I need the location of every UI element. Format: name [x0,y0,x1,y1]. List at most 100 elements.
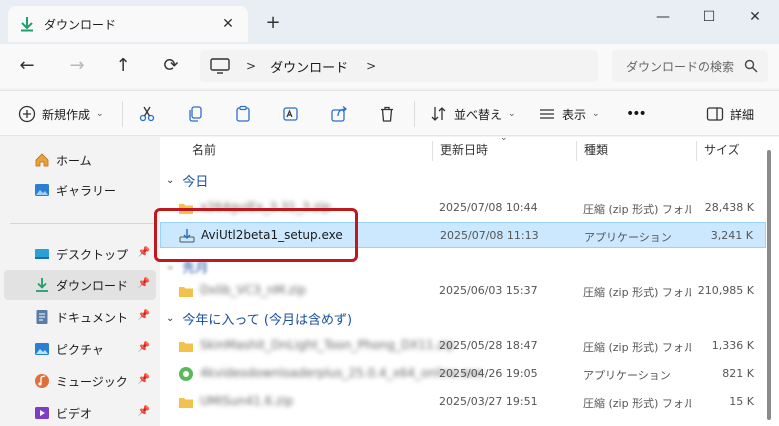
new-button[interactable]: 新規作成 ⌄ [18,103,104,125]
scissors-icon [139,106,155,122]
title-bar: ダウンロード ✕ + — ☐ ✕ [0,0,779,44]
scrollbar-thumb[interactable] [767,150,771,420]
details-pane-icon [706,107,724,121]
column-header-modified[interactable]: 更新日時 [440,137,488,163]
sidebar-item-videos[interactable]: ビデオ 📌 [4,398,156,426]
share-icon [331,106,348,122]
refresh-button[interactable]: ⟳ [156,52,186,80]
file-list: ⌄ 名前 更新日時 種類 サイズ ⌄ 今日 x264guiEx_3.31_3.z… [160,133,779,426]
table-row[interactable]: Dxlib_VC3_nM.zip 2025/06/03 15:37 圧縮 (zi… [160,278,766,304]
sidebar-item-music[interactable]: ミュージック 📌 [4,366,156,396]
pin-icon[interactable]: 📌 [138,278,150,289]
chevron-down-icon: ⌄ [166,260,175,272]
file-size: 821 K [722,367,754,380]
sidebar-item-desktop[interactable]: デスクトップ 📌 [4,239,156,269]
gallery-icon [35,184,49,196]
vertical-scrollbar[interactable] [766,140,772,420]
file-size: 28,438 K [704,201,754,214]
breadcrumb-downloads[interactable]: ダウンロード [270,57,348,76]
up-button[interactable]: ↑ [108,52,138,80]
paste-button[interactable] [234,103,252,125]
sidebar-item-downloads[interactable]: ダウンロード 📌 [4,270,156,300]
file-date: 2025/04/26 19:05 [439,367,538,380]
sidebar-item-home[interactable]: ホーム [4,145,156,175]
maximize-button[interactable]: ☐ [686,4,732,30]
sidebar-item-label: ギャラリー [56,184,117,198]
sidebar-item-label: ドキュメント [56,311,129,325]
new-tab-button[interactable]: + [262,12,284,33]
plus-circle-icon [18,105,36,123]
cut-button[interactable] [138,103,156,125]
music-icon [35,374,49,388]
sidebar-item-label: ホーム [56,154,92,168]
details-pane-button[interactable]: 詳細 [706,103,754,125]
close-button[interactable]: ✕ [732,4,778,30]
group-header-today[interactable]: ⌄ 今日 [166,169,208,191]
copy-icon [189,106,202,122]
sidebar-item-label: デスクトップ [56,248,129,262]
group-header-this-year[interactable]: ⌄ 今年に入って (今月は含めず) [166,307,352,329]
minimize-button[interactable]: — [640,4,686,30]
chevron-right-icon: > [246,59,257,73]
file-name: Dxlib_VC3_nM.zip [200,283,306,297]
desktop-icon [35,249,49,259]
pin-icon[interactable]: 📌 [138,247,150,258]
sidebar-item-documents[interactable]: ドキュメント 📌 [4,302,156,332]
pictures-icon [35,343,49,355]
pin-icon[interactable]: 📌 [138,374,150,385]
file-date: 2025/07/08 10:44 [439,201,538,214]
rename-button[interactable] [282,103,300,125]
file-type: 圧縮 (zip 形式) フォルダー [583,286,691,299]
details-label: 詳細 [730,107,755,122]
view-button[interactable]: 表示 ⌄ [538,103,600,125]
sidebar-item-label: ピクチャ [56,343,104,357]
file-size: 15 K [729,395,754,408]
sort-icon [431,107,446,121]
table-row[interactable]: UMISun41.6.zip 2025/03/27 19:51 圧縮 (zip … [160,389,766,415]
column-divider[interactable] [576,141,577,161]
delete-button[interactable] [378,103,396,125]
paste-icon [236,105,250,122]
sidebar-divider [10,223,154,224]
rename-icon [283,107,298,121]
file-name: UMISun41.6.zip [200,394,294,408]
file-type: 圧縮 (zip 形式) フォルダー [583,203,691,216]
back-button[interactable]: ← [12,52,42,80]
search-input[interactable]: ダウンロードの検索 [612,50,768,82]
address-bar[interactable]: > ダウンロード > [200,50,598,82]
view-label: 表示 [562,107,587,122]
tab-close-icon[interactable]: ✕ [218,16,238,32]
column-divider[interactable] [696,141,697,161]
share-button[interactable] [330,103,348,125]
table-row[interactable]: 4kvideodownloaderplus_25.0.4_x64_online.… [160,361,766,387]
sort-button[interactable]: 並べ替え ⌄ [430,103,516,125]
copy-button[interactable] [186,103,204,125]
computer-icon [210,58,230,74]
chevron-right-icon[interactable]: > [366,59,376,73]
more-options-button[interactable]: ••• [626,103,647,125]
download-icon [21,17,33,32]
new-label: 新規作成 [42,107,91,122]
tab-title: ダウンロード [44,17,117,32]
pin-icon[interactable]: 📌 [138,406,150,417]
sort-label: 並べ替え [454,107,503,122]
tab-downloads[interactable]: ダウンロード ✕ [8,6,248,42]
table-row[interactable]: SkinMashit_DnLight_Toon_Phong_DX11.zip 2… [160,333,766,359]
sidebar-item-gallery[interactable]: ギャラリー [4,175,156,205]
command-bar: 新規作成 ⌄ 並べ替え ⌄ 表示 ⌄ ••• 詳細 [0,90,779,136]
column-header-size[interactable]: サイズ [704,137,740,163]
pin-icon[interactable]: 📌 [138,310,150,321]
file-date: 2025/06/03 15:37 [439,284,538,297]
column-divider[interactable] [432,141,433,161]
view-list-icon [540,109,554,119]
file-date: 2025/05/28 18:47 [439,339,538,352]
column-header-type[interactable]: 種類 [584,137,608,163]
column-header-name[interactable]: 名前 [192,137,216,163]
sidebar-item-pictures[interactable]: ピクチャ 📌 [4,334,156,364]
file-date: 2025/03/27 19:51 [439,395,538,408]
file-size: 1,336 K [711,339,754,352]
file-type: アプリケーション [583,369,671,382]
pin-icon[interactable]: 📌 [138,342,150,353]
forward-button[interactable]: → [62,52,92,80]
group-label: 今年に入って (今月は含めず) [182,312,353,328]
